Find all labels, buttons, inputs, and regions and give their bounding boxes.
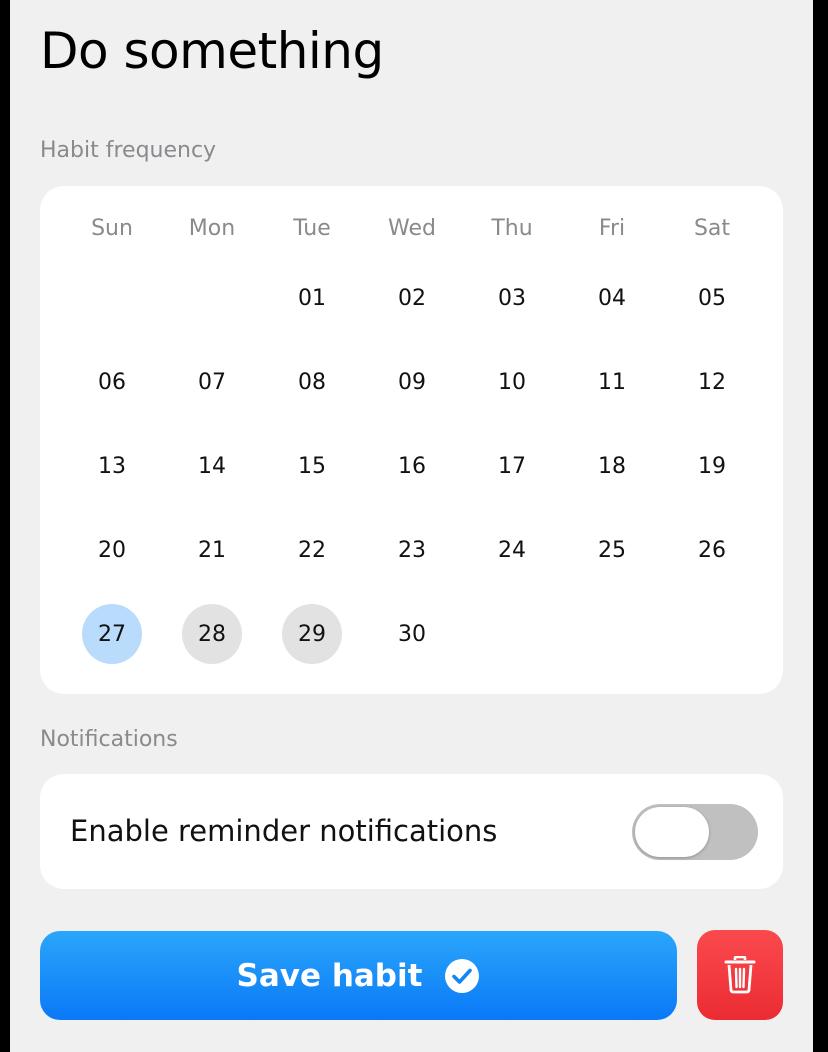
calendar-day-09[interactable]: 09 <box>382 352 442 412</box>
calendar-day-24[interactable]: 24 <box>482 520 542 580</box>
calendar-day-17[interactable]: 17 <box>482 436 542 496</box>
calendar-day-14[interactable]: 14 <box>182 436 242 496</box>
calendar-day-15[interactable]: 15 <box>282 436 342 496</box>
weekday-sun: Sun <box>91 216 133 241</box>
calendar-day-05[interactable]: 05 <box>682 268 742 328</box>
calendar-day-26[interactable]: 26 <box>682 520 742 580</box>
calendar-day-21[interactable]: 21 <box>182 520 242 580</box>
calendar-day-25[interactable]: 25 <box>582 520 642 580</box>
checkmark-circle-icon <box>445 958 480 993</box>
reminder-notifications-toggle[interactable] <box>632 804 758 860</box>
calendar-day-01[interactable]: 01 <box>282 268 342 328</box>
calendar-day-03[interactable]: 03 <box>482 268 542 328</box>
calendar-day-13[interactable]: 13 <box>82 436 142 496</box>
calendar-day-07[interactable]: 07 <box>182 352 242 412</box>
calendar-day-02[interactable]: 02 <box>382 268 442 328</box>
save-habit-label: Save habit <box>236 957 423 994</box>
page-title: Do something <box>40 22 384 80</box>
weekday-wed: Wed <box>388 216 436 241</box>
save-habit-button[interactable]: Save habit <box>40 931 677 1020</box>
calendar-day-12[interactable]: 12 <box>682 352 742 412</box>
calendar-day-18[interactable]: 18 <box>582 436 642 496</box>
calendar-day-27[interactable]: 27 <box>82 604 142 664</box>
calendar-day-23[interactable]: 23 <box>382 520 442 580</box>
calendar-day-29[interactable]: 29 <box>282 604 342 664</box>
weekday-thu: Thu <box>491 216 533 241</box>
weekday-mon: Mon <box>188 216 236 241</box>
calendar-day-16[interactable]: 16 <box>382 436 442 496</box>
notifications-label: Notifications <box>40 727 178 752</box>
weekday-sat: Sat <box>693 216 731 241</box>
calendar-day-04[interactable]: 04 <box>582 268 642 328</box>
delete-habit-button[interactable] <box>697 930 783 1020</box>
calendar-day-28[interactable]: 28 <box>182 604 242 664</box>
habit-frequency-label: Habit frequency <box>40 138 217 163</box>
habit-editor-sheet: Do something Habit frequency Sun Mon Tue We… <box>10 0 813 1052</box>
notifications-card: Enable reminder notifications <box>40 774 783 889</box>
weekday-tue: Tue <box>293 216 331 241</box>
calendar-day-06[interactable]: 06 <box>82 352 142 412</box>
reminder-notifications-label: Enable reminder notifications <box>70 814 498 848</box>
trash-icon <box>724 956 756 994</box>
calendar-day-30[interactable]: 30 <box>382 604 442 664</box>
calendar-day-10[interactable]: 10 <box>482 352 542 412</box>
calendar-day-11[interactable]: 11 <box>582 352 642 412</box>
frequency-calendar: Sun Mon Tue Wed Thu Fri Sat 01 02 03 04 05 06 07 08 09 1… <box>40 186 783 694</box>
toggle-knob <box>635 807 709 857</box>
weekday-fri: Fri <box>598 216 626 241</box>
calendar-day-22[interactable]: 22 <box>282 520 342 580</box>
calendar-day-08[interactable]: 08 <box>282 352 342 412</box>
calendar-day-19[interactable]: 19 <box>682 436 742 496</box>
calendar-day-20[interactable]: 20 <box>82 520 142 580</box>
